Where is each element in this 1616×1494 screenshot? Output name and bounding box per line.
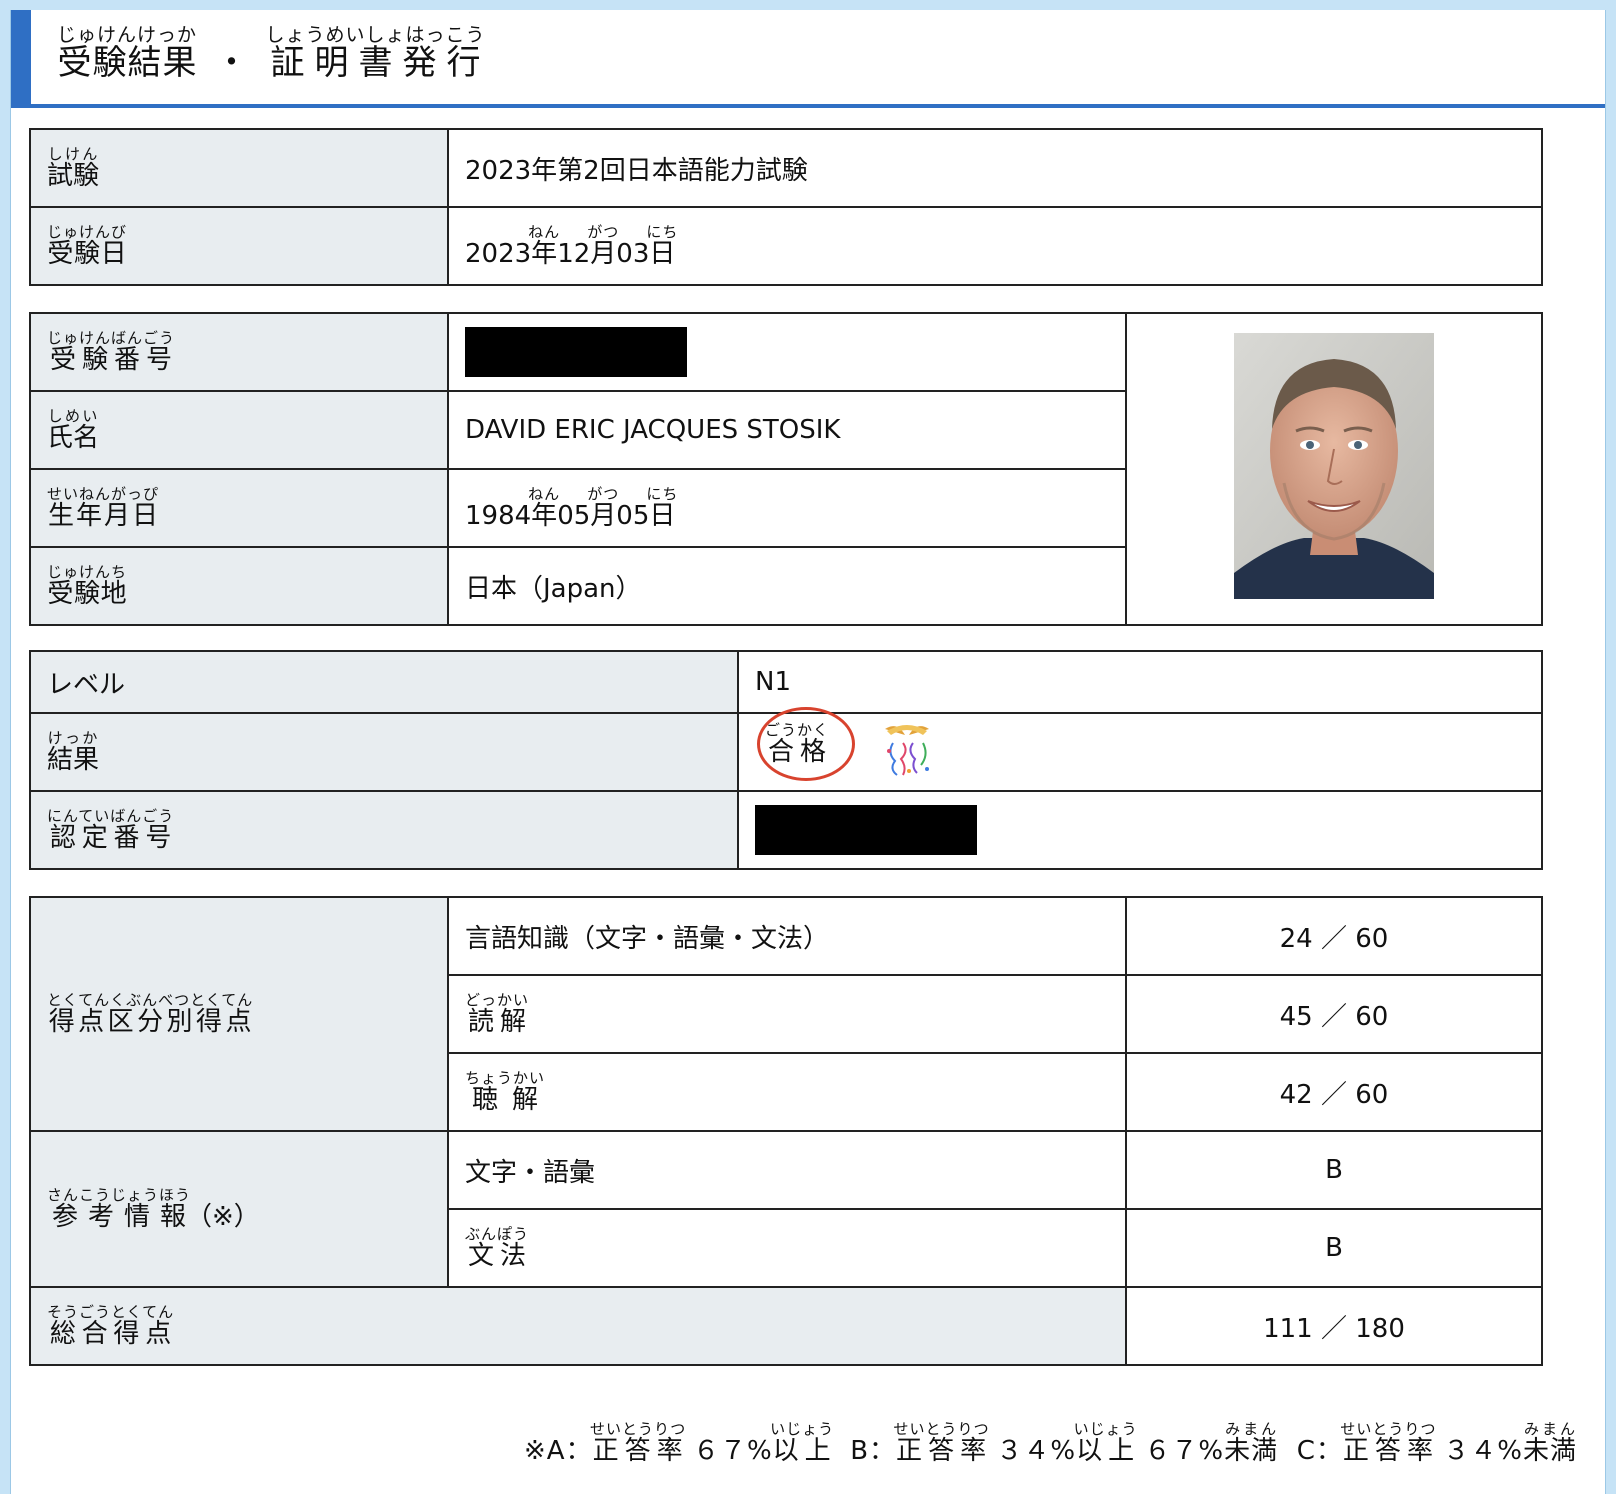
score-row-value: 45 ／ 60 [1125,974,1543,1054]
exam-info-table: 試験しけん 2023年第2回日本語能力試験 受験日じゅけんび 2023年ねん12… [29,128,1543,286]
result-value: 合格ごうかく [737,706,1543,792]
table-row: 参考情報さんこうじょうほう（※） 文字・語彙 B [29,1130,1543,1288]
page-title: 受験結果じゅけんけっか・ 証明書発行しょうめいしょはっこう [57,24,486,83]
level-value: N1 [737,650,1543,714]
table-row: 結果けっか 合格ごうかく [29,706,1543,792]
exam-value: 2023年第2回日本語能力試験 [447,128,1543,208]
exam-number-value [447,312,1127,392]
score-row-label: 言語知識（文字・語彙・文法） [447,896,1127,976]
redaction-block [755,805,977,855]
exam-date-label: 受験日じゅけんび [29,206,449,286]
reference-row-grade: B [1125,1130,1543,1210]
candidate-table: 受験番号じゅけんばんごう 氏名しめい DAVID ERIC JACQUES ST… [29,312,1543,626]
table-row: 受験日じゅけんび 2023年ねん12月がつ03日にち [29,206,1543,286]
level-label: レベル [29,650,739,714]
reference-row-label: 文字・語彙 [447,1130,1127,1210]
table-row: 試験しけん 2023年第2回日本語能力試験 [29,128,1543,208]
header-accent-bar [11,10,31,108]
pass-circle [757,706,855,781]
exam-place-label: 受験地じゅけんち [29,546,449,626]
exam-label: 試験しけん [29,128,449,208]
page-header: 受験結果じゅけんけっか・ 証明書発行しょうめいしょはっこう [11,10,1605,108]
total-score-value: 111 ／ 180 [1125,1286,1543,1366]
party-popper-icon [877,721,937,784]
exam-place-value: 日本（Japan） [447,546,1127,626]
result-panel: 受験結果じゅけんけっか・ 証明書発行しょうめいしょはっこう 試験しけん 2023年… [10,10,1606,1494]
table-row: 認定番号にんていばんごう [29,790,1543,870]
table-row: 受験番号じゅけんばんごう [29,312,1543,626]
redaction-block [465,327,687,377]
scores-table: 得点区分別得点とくてんくぶんべつとくてん 言語知識（文字・語彙・文法） 24 ／… [29,896,1543,1366]
pass-mark: 合格ごうかく [757,706,855,781]
name-label: 氏名しめい [29,390,449,470]
birthdate-value: 1984年ねん05月がつ05日にち [447,468,1127,548]
score-row-value: 42 ／ 60 [1125,1052,1543,1132]
table-row: レベル N1 [29,650,1543,714]
table-row: 得点区分別得点とくてんくぶんべつとくてん 言語知識（文字・語彙・文法） 24 ／… [29,896,1543,1132]
score-row-value: 24 ／ 60 [1125,896,1543,976]
section-scores-label: 得点区分別得点とくてんくぶんべつとくてん [29,896,449,1132]
exam-number-label: 受験番号じゅけんばんごう [29,312,449,392]
portrait-photo [1234,332,1434,606]
total-score-label: 総合得点そうごうとくてん [29,1286,1127,1366]
cert-number-label: 認定番号にんていばんごう [29,790,739,870]
score-row-label: 読解どっかい [447,974,1127,1054]
name-value: DAVID ERIC JACQUES STOSIK [447,390,1127,470]
table-row: 総合得点そうごうとくてん 111 ／ 180 [29,1286,1543,1366]
result-label: 結果けっか [29,712,739,792]
photo-cell [1125,312,1543,626]
reference-info-label: 参考情報さんこうじょうほう（※） [29,1130,449,1288]
result-table: レベル N1 結果けっか 合格ごうかく 認定番号にんていばんごう [29,650,1543,870]
score-row-label: 聴解ちょうかい [447,1052,1127,1132]
reference-row-grade: B [1125,1208,1543,1288]
reference-row-label: 文法ぶんぽう [447,1208,1127,1288]
birthdate-label: 生年月日せいねんがっぴ [29,468,449,548]
cert-number-value [737,790,1543,870]
grade-footnote: ※A：正答率せいとうりつ ６７%以上いじょう B：正答率せいとうりつ ３４%以上… [523,1420,1577,1466]
exam-date-value: 2023年ねん12月がつ03日にち [447,206,1543,286]
